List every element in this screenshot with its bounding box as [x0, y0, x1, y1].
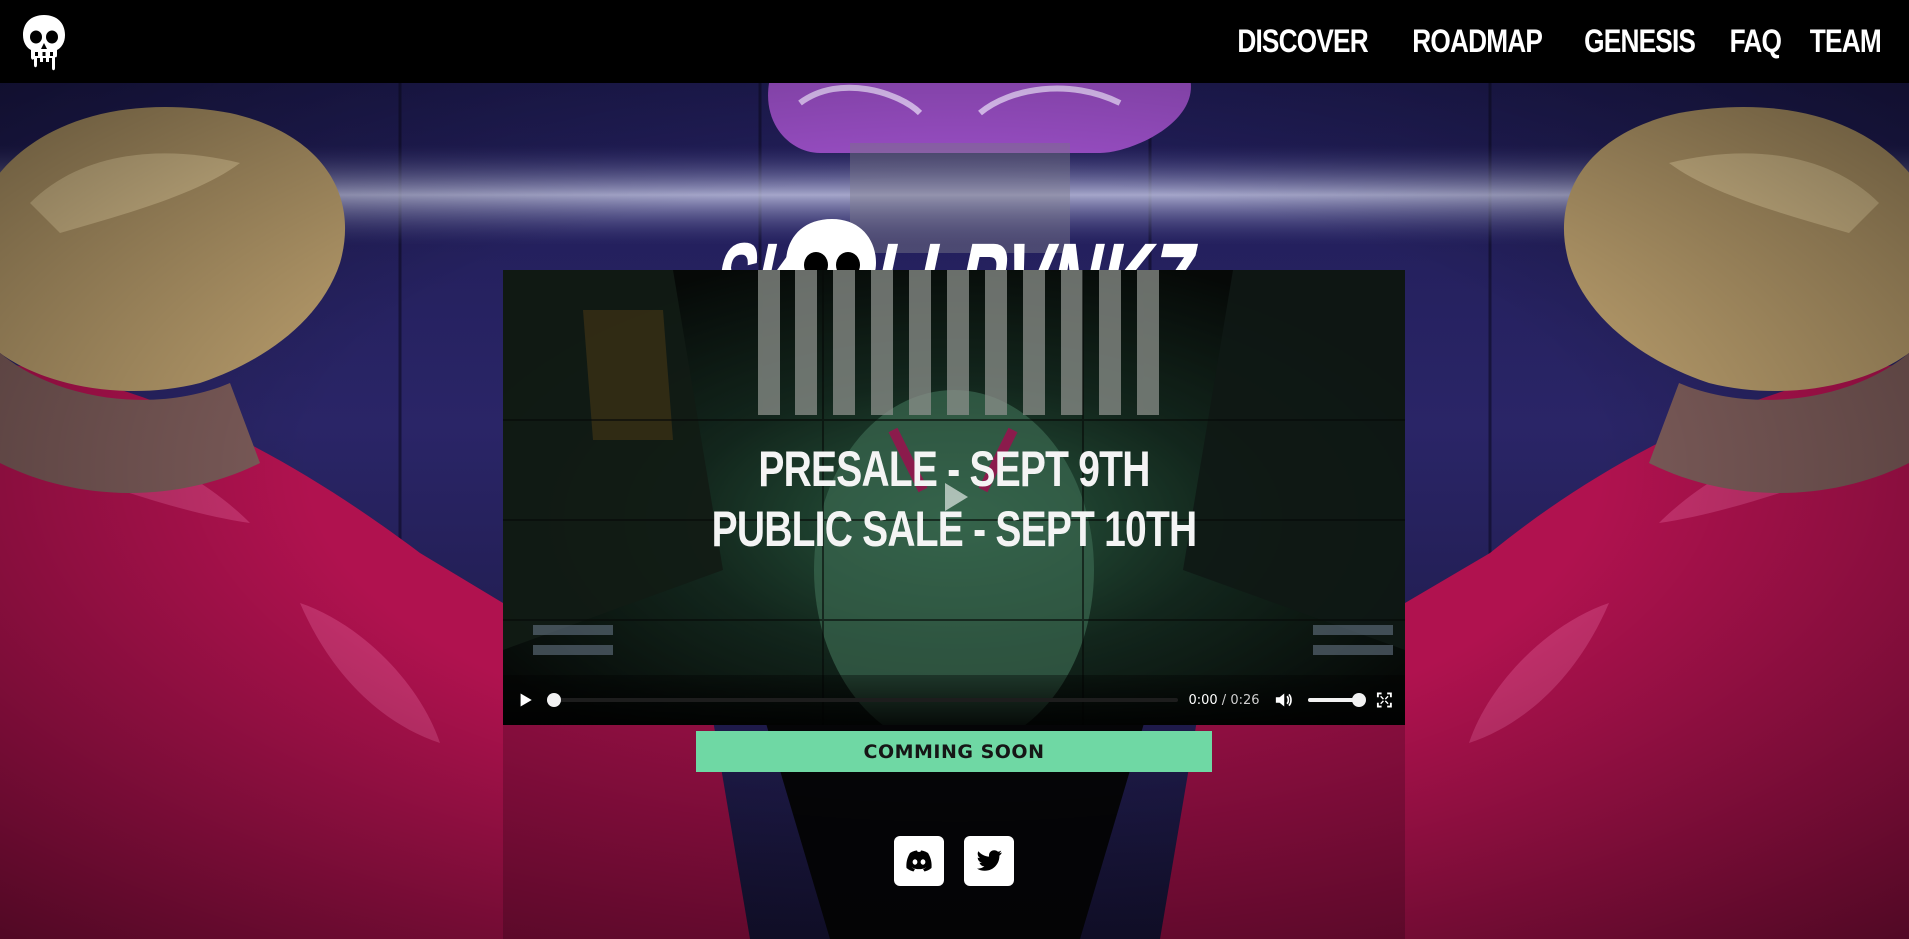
volume-thumb[interactable]	[1352, 693, 1367, 707]
nav-link-roadmap[interactable]: ROADMAP	[1412, 23, 1543, 60]
twitter-icon	[976, 850, 1002, 871]
discord-button[interactable]	[894, 836, 944, 886]
volume-slider[interactable]	[1308, 693, 1367, 707]
play-icon[interactable]	[930, 473, 978, 521]
video-time: 0:00 / 0:26	[1188, 693, 1259, 708]
video-progress-slider[interactable]	[547, 693, 1179, 707]
current-time: 0:00	[1188, 692, 1218, 708]
play-button-icon[interactable]	[515, 689, 535, 711]
discord-icon	[906, 850, 932, 872]
promo-video-player[interactable]: PRESALE - SEPT 9TH PUBLIC SALE - SEPT 10…	[503, 270, 1405, 725]
nav-link-faq[interactable]: FAQ	[1729, 23, 1781, 60]
nav-link-team[interactable]: TEAM	[1810, 23, 1882, 60]
top-nav: DISCOVER ROADMAP GENESIS FAQ TEAM	[0, 0, 1909, 83]
nav-link-discover[interactable]: DISCOVER	[1237, 23, 1368, 60]
coming-soon-button[interactable]: COMMING SOON	[696, 731, 1212, 772]
progress-thumb[interactable]	[547, 693, 562, 707]
time-separator: /	[1217, 692, 1231, 708]
volume-icon[interactable]	[1274, 690, 1293, 710]
video-controls: 0:00 / 0:26	[503, 675, 1405, 725]
skull-icon[interactable]	[20, 12, 68, 72]
fullscreen-icon[interactable]	[1376, 691, 1393, 709]
twitter-button[interactable]	[964, 836, 1014, 886]
main-nav: DISCOVER ROADMAP GENESIS FAQ TEAM	[1207, 0, 1889, 83]
duration: 0:26	[1230, 692, 1260, 708]
nav-link-genesis[interactable]: GENESIS	[1584, 23, 1696, 60]
